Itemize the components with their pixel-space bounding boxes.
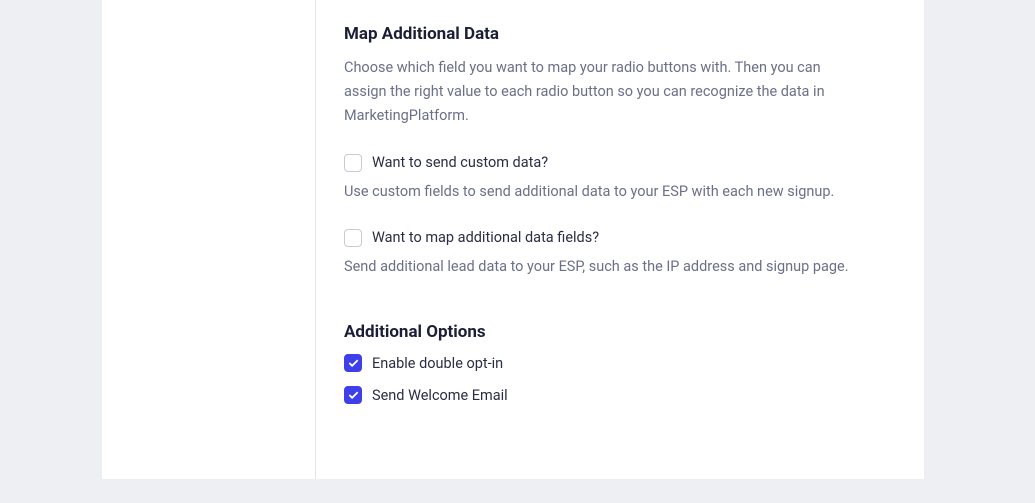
- welcome-email-checkbox[interactable]: [344, 386, 362, 404]
- map-fields-label: Want to map additional data fields?: [372, 229, 599, 246]
- double-optin-row: Enable double opt-in: [344, 354, 896, 372]
- right-column: Map Additional Data Choose which field y…: [316, 0, 924, 479]
- double-optin-label: Enable double opt-in: [372, 355, 503, 372]
- additional-options-heading: Additional Options: [344, 322, 896, 342]
- map-fields-checkbox[interactable]: [344, 229, 362, 247]
- check-icon: [348, 358, 359, 369]
- map-fields-help: Send additional lead data to your ESP, s…: [344, 255, 896, 278]
- additional-options-section: Additional Options Enable double opt-in …: [344, 322, 896, 404]
- welcome-email-label: Send Welcome Email: [372, 387, 508, 404]
- custom-data-option: Want to send custom data? Use custom fie…: [344, 154, 896, 203]
- welcome-email-row: Send Welcome Email: [344, 386, 896, 404]
- settings-panel: Map Additional Data Choose which field y…: [102, 0, 924, 479]
- map-additional-data-description: Choose which field you want to map your …: [344, 56, 864, 128]
- custom-data-label: Want to send custom data?: [372, 154, 548, 171]
- map-fields-option: Want to map additional data fields? Send…: [344, 229, 896, 278]
- check-icon: [348, 390, 359, 401]
- custom-data-help: Use custom fields to send additional dat…: [344, 180, 896, 203]
- map-additional-data-heading: Map Additional Data: [344, 24, 896, 44]
- left-column: [102, 0, 316, 479]
- double-optin-checkbox[interactable]: [344, 354, 362, 372]
- custom-data-row: Want to send custom data?: [344, 154, 896, 172]
- map-fields-row: Want to map additional data fields?: [344, 229, 896, 247]
- custom-data-checkbox[interactable]: [344, 154, 362, 172]
